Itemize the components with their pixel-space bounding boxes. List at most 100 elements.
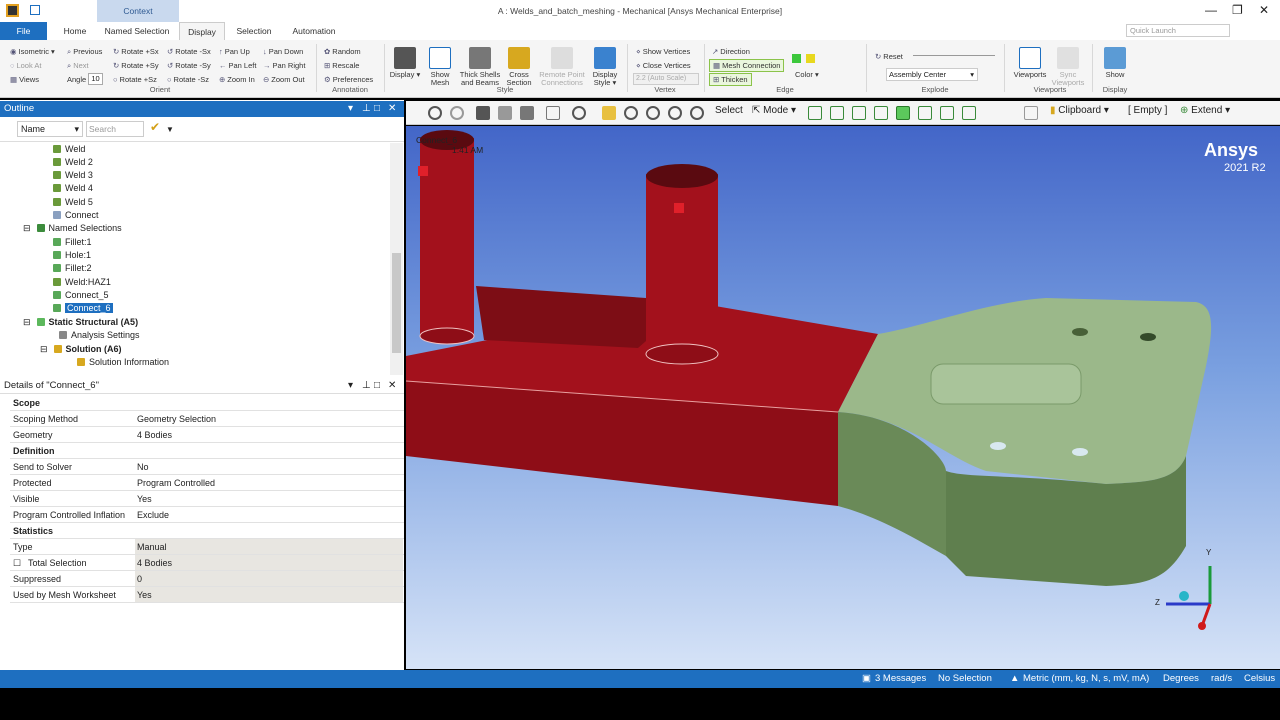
restore-icon[interactable]: ❐ <box>1232 3 1243 17</box>
messages-icon[interactable]: ▣ <box>862 670 871 688</box>
tab-home[interactable]: Home <box>55 22 95 40</box>
details-row-send-to-solver[interactable]: Send to Solver No <box>10 459 404 475</box>
mesh-connection-button[interactable]: ▦ Mesh Connection <box>709 59 785 72</box>
display-style-button[interactable]: Display Style ▾ <box>588 47 622 87</box>
details-row-geometry[interactable]: Geometry 4 Bodies <box>10 427 404 443</box>
tree-item-weld[interactable]: Weld <box>53 143 443 156</box>
extend-dropdown[interactable]: ⊕ Extend ▾ <box>1180 105 1230 116</box>
rotate-plus-sx-button[interactable]: ↻ Rotate +Sx <box>113 47 159 56</box>
check-filter-icon[interactable]: ✔ <box>150 120 160 134</box>
remote-point-connections-button[interactable]: Remote Point Connections <box>537 47 587 87</box>
tree-item-solution[interactable]: ⊟ Solution (A6) <box>40 343 430 356</box>
tree-item-fillet-1[interactable]: Fillet:1 <box>53 236 443 249</box>
pan-right-button[interactable]: → Pan Right <box>263 61 305 70</box>
rotate-icon[interactable] <box>572 106 586 120</box>
mode-dropdown[interactable]: ⇱ Mode ▾ <box>752 105 796 116</box>
select-element-icon[interactable] <box>918 106 932 120</box>
rotate-minus-sx-button[interactable]: ↺ Rotate -Sx <box>167 47 211 56</box>
select-body-active-icon[interactable] <box>896 106 910 120</box>
chevron-down-icon[interactable]: ▼ <box>166 125 174 134</box>
zoom-in-button[interactable]: ⊕ Zoom In <box>219 75 255 84</box>
tab-file[interactable]: File <box>0 22 47 40</box>
details-row-program-controlled-inflation[interactable]: Program Controlled Inflation Exclude <box>10 507 404 523</box>
pin-icon[interactable]: ⊥ <box>362 378 371 394</box>
cross-section-button[interactable]: Cross Section <box>503 47 535 87</box>
tab-display[interactable]: Display <box>179 22 225 40</box>
show-mesh-button[interactable]: Show Mesh <box>424 47 456 87</box>
close-vertices-button[interactable]: ⋄ Close Vertices <box>636 61 691 70</box>
isometric-button[interactable]: ◉ Isometric ▾ <box>10 47 55 56</box>
pan-icon[interactable] <box>602 106 616 120</box>
show-button[interactable]: Show <box>1098 47 1132 79</box>
units-status[interactable]: Metric (mm, kg, N, s, mV, mA) <box>1023 670 1149 688</box>
select-image-icon[interactable] <box>1024 106 1038 120</box>
select-mesh-icon[interactable] <box>962 106 976 120</box>
rotate-minus-sy-button[interactable]: ↺ Rotate -Sy <box>167 61 211 70</box>
tree-item-connect-6[interactable]: Connect_6 <box>53 302 443 315</box>
tree-item-named-selections[interactable]: ⊟ Named Selections <box>23 222 413 235</box>
tree-item-connect[interactable]: Connect <box>53 209 443 222</box>
tree-item-weld-3[interactable]: Weld 3 <box>53 169 443 182</box>
display-button[interactable]: Display ▾ <box>389 47 421 79</box>
maximize-icon[interactable]: □ <box>374 101 380 117</box>
tree-item-hole-1[interactable]: Hole:1 <box>53 249 443 262</box>
graphics-viewport[interactable]: Connect_6 1:41 AM Ansys 2021 R2 Y Z <box>406 126 1280 669</box>
pan-up-button[interactable]: ↑ Pan Up <box>219 47 250 56</box>
close-icon[interactable]: ✕ <box>1259 3 1269 17</box>
cube-view-icon[interactable] <box>498 106 512 120</box>
zoom-box-icon[interactable] <box>646 106 660 120</box>
scroll-thumb[interactable] <box>392 253 401 353</box>
thick-shells-button[interactable]: Thick Shells and Beams <box>458 47 502 87</box>
select-node-icon[interactable] <box>940 106 954 120</box>
details-row-visible[interactable]: Visible Yes <box>10 491 404 507</box>
select-face-icon[interactable] <box>852 106 866 120</box>
thicken-button[interactable]: ⊞ Thicken <box>709 73 752 86</box>
details-row-protected[interactable]: Protected Program Controlled <box>10 475 404 491</box>
select-through-icon[interactable] <box>546 106 560 120</box>
tree-item-weld-5[interactable]: Weld 5 <box>53 196 443 209</box>
select-body-icon[interactable] <box>874 106 888 120</box>
angle-status[interactable]: Degrees <box>1163 670 1199 688</box>
outline-search-input[interactable]: Search Outline <box>86 121 144 137</box>
views-button[interactable]: ▦ Views <box>10 75 39 84</box>
shaded-icon[interactable] <box>520 106 534 120</box>
checkbox-icon[interactable]: ☐ <box>13 555 21 571</box>
preferences-button[interactable]: ⚙ Preferences <box>324 75 373 84</box>
select-vertex-icon[interactable] <box>808 106 822 120</box>
look-at-button[interactable]: ◌ Look At <box>10 61 42 70</box>
name-filter-dropdown[interactable]: Name ▾ <box>17 121 83 137</box>
angle-input[interactable]: 10 <box>88 73 103 85</box>
tree-item-static-structural[interactable]: ⊟ Static Structural (A5) <box>23 316 413 329</box>
close-icon[interactable]: ✕ <box>388 101 396 117</box>
vertex-scale-dropdown[interactable]: 2.2 (Auto Scale) <box>633 73 699 85</box>
dropdown-icon[interactable]: ▾ <box>348 378 353 394</box>
model-3d-view[interactable] <box>406 126 1280 669</box>
viewports-button[interactable]: Viewports <box>1010 47 1050 79</box>
rotate-minus-sz-button[interactable]: ○ Rotate -Sz <box>167 75 209 84</box>
tree-item-connect-5[interactable]: Connect_5 <box>53 289 443 302</box>
color-green-swatch[interactable] <box>792 54 801 63</box>
select-edge-icon[interactable] <box>830 106 844 120</box>
cube-view-icon[interactable] <box>476 106 490 120</box>
assembly-center-dropdown[interactable]: Assembly Center ▾ <box>886 68 978 81</box>
next-button[interactable]: ⌕ Next <box>67 61 89 71</box>
magnifier-icon[interactable] <box>690 106 704 120</box>
pan-left-button[interactable]: ← Pan Left <box>219 61 256 70</box>
pin-icon[interactable]: ▾ <box>348 101 353 117</box>
pin-icon[interactable]: ⊥ <box>362 101 371 117</box>
rotate-plus-sy-button[interactable]: ↻ Rotate +Sy <box>113 61 159 70</box>
color-yellow-swatch[interactable] <box>806 54 815 63</box>
temperature-status[interactable]: Celsius <box>1244 670 1275 688</box>
direction-button[interactable]: ↗ Direction <box>712 47 750 56</box>
details-section-definition[interactable]: Definition <box>10 443 404 459</box>
tab-automation[interactable]: Automation <box>284 22 344 40</box>
tree-item-weld-2[interactable]: Weld 2 <box>53 156 443 169</box>
minimize-icon[interactable]: — <box>1205 3 1217 17</box>
details-section-statistics[interactable]: Statistics <box>10 523 404 539</box>
select-button[interactable]: Select <box>715 105 743 116</box>
tree-item-fillet-2[interactable]: Fillet:2 <box>53 262 443 275</box>
tab-selection[interactable]: Selection <box>230 22 278 40</box>
outline-scrollbar[interactable] <box>390 143 403 375</box>
zoom-out-button[interactable]: ⊖ Zoom Out <box>263 75 305 84</box>
details-section-scope[interactable]: Scope <box>10 395 404 411</box>
